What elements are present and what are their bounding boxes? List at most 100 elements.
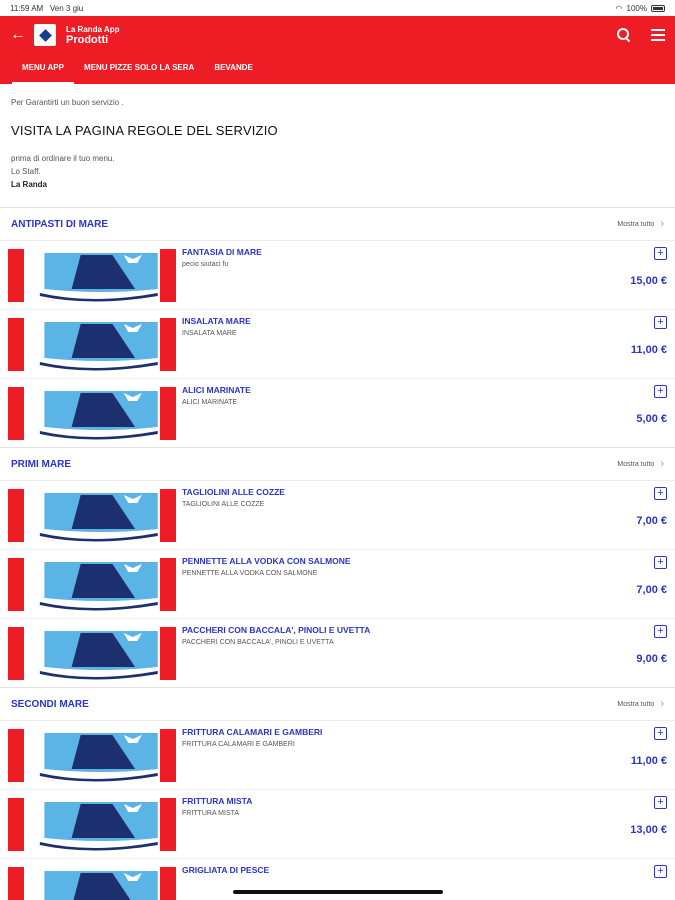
battery-icon xyxy=(651,4,665,12)
app-bar-actions xyxy=(617,28,665,42)
wifi-icon: ◠ xyxy=(615,3,623,13)
product-name: GRIGLIATA DI PESCE xyxy=(182,865,270,875)
image-red-band-left xyxy=(8,248,24,302)
sail-logo-image xyxy=(24,866,160,900)
image-red-band-left xyxy=(8,317,24,371)
sail-logo-image xyxy=(24,728,160,782)
product-info: INSALATA MARE INSALATA MARE xyxy=(182,310,675,337)
intro-notice: Per Garantirti un buon servizio . VISITA… xyxy=(0,84,675,208)
product-image xyxy=(8,866,176,900)
add-to-cart-icon[interactable]: + xyxy=(654,625,667,638)
add-to-cart-icon[interactable]: + xyxy=(654,865,667,878)
product-info: FRITTURA MISTA FRITTURA MISTA xyxy=(182,790,675,817)
product-description: pecio siutaci fu xyxy=(182,261,229,268)
product-info: GRIGLIATA DI PESCE xyxy=(182,859,675,879)
product-row[interactable]: FANTASIA DI MARE pecio siutaci fu +15,00 € xyxy=(0,240,675,309)
show-all-link[interactable]: Mostra tutto › xyxy=(617,458,664,470)
add-to-cart-icon[interactable]: + xyxy=(654,316,667,329)
home-indicator xyxy=(232,890,443,894)
image-red-band-left xyxy=(8,728,24,782)
product-name: FRITTURA MISTA xyxy=(182,796,253,806)
image-red-band-right xyxy=(160,866,176,900)
product-price: 15,00 € xyxy=(630,275,667,287)
image-red-band-right xyxy=(160,488,176,542)
product-row[interactable]: TAGLIOLINI ALLE COZZE TAGLIOLINI ALLE COZ… xyxy=(0,480,675,549)
intro-signature: La Randa xyxy=(11,180,48,189)
section-header: PRIMI MARE Mostra tutto › xyxy=(0,448,675,480)
product-image xyxy=(8,317,176,371)
product-description: PENNETTE ALLA VODKA CON SALMONE xyxy=(182,570,318,577)
show-all-label: Mostra tutto xyxy=(617,220,655,228)
section: ANTIPASTI DI MARE Mostra tutto › FANTASIA D… xyxy=(0,208,675,448)
image-red-band-left xyxy=(8,488,24,542)
add-to-cart-icon[interactable]: + xyxy=(654,796,667,809)
add-to-cart-icon[interactable]: + xyxy=(654,487,667,500)
status-time: 11:59 AM xyxy=(10,3,44,13)
product-name: PACCHERI CON BACCALA', PINOLI E UVETTA xyxy=(182,625,371,635)
product-name: INSALATA MARE xyxy=(182,316,251,326)
sail-logo-image xyxy=(24,248,160,302)
product-image xyxy=(8,248,176,302)
product-price: 7,00 € xyxy=(636,515,667,527)
image-red-band-right xyxy=(160,248,176,302)
back-arrow-icon[interactable]: ← xyxy=(10,26,30,44)
show-all-link[interactable]: Mostra tutto › xyxy=(617,698,664,710)
image-red-band-right xyxy=(160,557,176,611)
product-description: FRITTURA CALAMARI E GAMBERI xyxy=(182,741,295,748)
add-to-cart-icon[interactable]: + xyxy=(654,247,667,260)
product-row[interactable]: PENNETTE ALLA VODKA CON SALMONE PENNETTE … xyxy=(0,549,675,618)
search-icon[interactable] xyxy=(617,28,631,42)
status-right: ◠ 100% xyxy=(616,4,665,13)
tab-bevande[interactable]: BEVANDE xyxy=(204,63,263,84)
product-row[interactable]: PACCHERI CON BACCALA', PINOLI E UVETTA PA… xyxy=(0,618,675,687)
section-title: ANTIPASTI DI MARE xyxy=(11,218,109,230)
product-row[interactable]: ALICI MARINATE ALICI MARINATE +5,00 € xyxy=(0,378,675,447)
sail-logo-image xyxy=(24,626,160,680)
product-image xyxy=(8,626,176,680)
product-row[interactable]: INSALATA MARE INSALATA MARE +11,00 € xyxy=(0,309,675,378)
product-price: 5,00 € xyxy=(636,413,667,425)
tab-bar: MENU APP MENU PIZZE SOLO LA SERA BEVANDE xyxy=(0,54,675,84)
intro-line-2: prima di ordinare il tuo menu. xyxy=(11,154,115,163)
product-description: INSALATA MARE xyxy=(182,330,237,337)
product-info: TAGLIOLINI ALLE COZZE TAGLIOLINI ALLE COZ… xyxy=(182,481,675,508)
product-name: PENNETTE ALLA VODKA CON SALMONE xyxy=(182,556,351,566)
status-date: Ven 3 giu xyxy=(49,3,84,13)
product-info: PENNETTE ALLA VODKA CON SALMONE PENNETTE … xyxy=(182,550,675,577)
product-image xyxy=(8,728,176,782)
product-row[interactable]: FRITTURA MISTA FRITTURA MISTA +13,00 € xyxy=(0,789,675,858)
app-titles: La Randa App Prodotti xyxy=(66,25,119,46)
sail-logo-image xyxy=(24,797,160,851)
product-sections: ANTIPASTI DI MARE Mostra tutto › FANTASIA D… xyxy=(0,208,675,900)
show-all-label: Mostra tutto xyxy=(617,460,655,468)
sail-logo-image xyxy=(24,386,160,440)
image-red-band-right xyxy=(160,728,176,782)
app-logo xyxy=(34,24,56,46)
product-name: TAGLIOLINI ALLE COZZE xyxy=(182,487,285,497)
hamburger-menu-icon[interactable] xyxy=(651,29,665,41)
intro-heading[interactable]: VISITA LA PAGINA REGOLE DEL SERVIZIO xyxy=(11,123,664,138)
sail-logo-image xyxy=(24,317,160,371)
tab-menu-pizze[interactable]: MENU PIZZE SOLO LA SERA xyxy=(74,63,204,84)
battery-percent: 100% xyxy=(626,3,647,13)
product-row[interactable]: FRITTURA CALAMARI E GAMBERI FRITTURA CALA… xyxy=(0,720,675,789)
add-to-cart-icon[interactable]: + xyxy=(654,385,667,398)
sail-logo-image xyxy=(24,557,160,611)
show-all-link[interactable]: Mostra tutto › xyxy=(617,218,664,230)
image-red-band-left xyxy=(8,557,24,611)
add-to-cart-icon[interactable]: + xyxy=(654,556,667,569)
add-to-cart-icon[interactable]: + xyxy=(654,727,667,740)
intro-line-1: Per Garantirti un buon servizio . xyxy=(11,98,124,107)
sail-logo-image xyxy=(24,488,160,542)
product-price: 11,00 € xyxy=(630,755,667,767)
product-image xyxy=(8,557,176,611)
product-name: FANTASIA DI MARE xyxy=(182,247,262,257)
section-header: SECONDI MARE Mostra tutto › xyxy=(0,688,675,720)
image-red-band-left xyxy=(8,626,24,680)
chevron-right-icon: › xyxy=(660,698,664,710)
show-all-label: Mostra tutto xyxy=(617,700,655,708)
tab-menu-app[interactable]: MENU APP xyxy=(12,63,74,84)
product-price: 11,00 € xyxy=(630,344,667,356)
app-name: La Randa App xyxy=(66,24,120,34)
section-header: ANTIPASTI DI MARE Mostra tutto › xyxy=(0,208,675,240)
